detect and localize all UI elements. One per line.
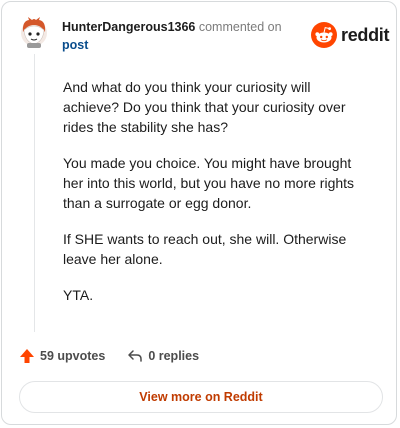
comment-paragraph: If SHE wants to reach out, she will. Oth… bbox=[63, 231, 347, 267]
upvotes-stat[interactable]: 59 upvotes bbox=[19, 348, 105, 364]
comment-header: HunterDangerous1366 commented on post bbox=[62, 18, 302, 54]
reddit-wordmark: reddit bbox=[341, 24, 390, 45]
username-link[interactable]: HunterDangerous1366 bbox=[62, 20, 195, 34]
reddit-snoo-icon bbox=[311, 22, 337, 48]
comment-paragraph: And what do you think your curiosity wil… bbox=[63, 79, 346, 135]
replies-stat[interactable]: 0 replies bbox=[127, 348, 199, 364]
post-link[interactable]: post bbox=[62, 38, 88, 52]
view-more-button[interactable]: View more on Reddit bbox=[19, 381, 383, 413]
avatar[interactable] bbox=[19, 16, 49, 48]
comment-body: And what do you think your curiosity wil… bbox=[63, 77, 363, 321]
upvote-arrow-icon bbox=[20, 349, 34, 363]
comment-paragraph: YTA. bbox=[63, 287, 94, 303]
reply-arrow-icon bbox=[128, 350, 143, 362]
comment-footer: 59 upvotes 0 replies bbox=[19, 346, 199, 366]
upvotes-count: 59 upvotes bbox=[40, 349, 106, 363]
reddit-logo[interactable]: reddit bbox=[311, 21, 390, 49]
comment-paragraph: You made you choice. You might have brou… bbox=[63, 155, 355, 211]
commented-on-text: commented on bbox=[198, 20, 282, 34]
thread-line bbox=[34, 54, 35, 332]
replies-count: 0 replies bbox=[148, 349, 200, 363]
comment-embed-card: HunterDangerous1366 commented on post re… bbox=[1, 1, 397, 425]
